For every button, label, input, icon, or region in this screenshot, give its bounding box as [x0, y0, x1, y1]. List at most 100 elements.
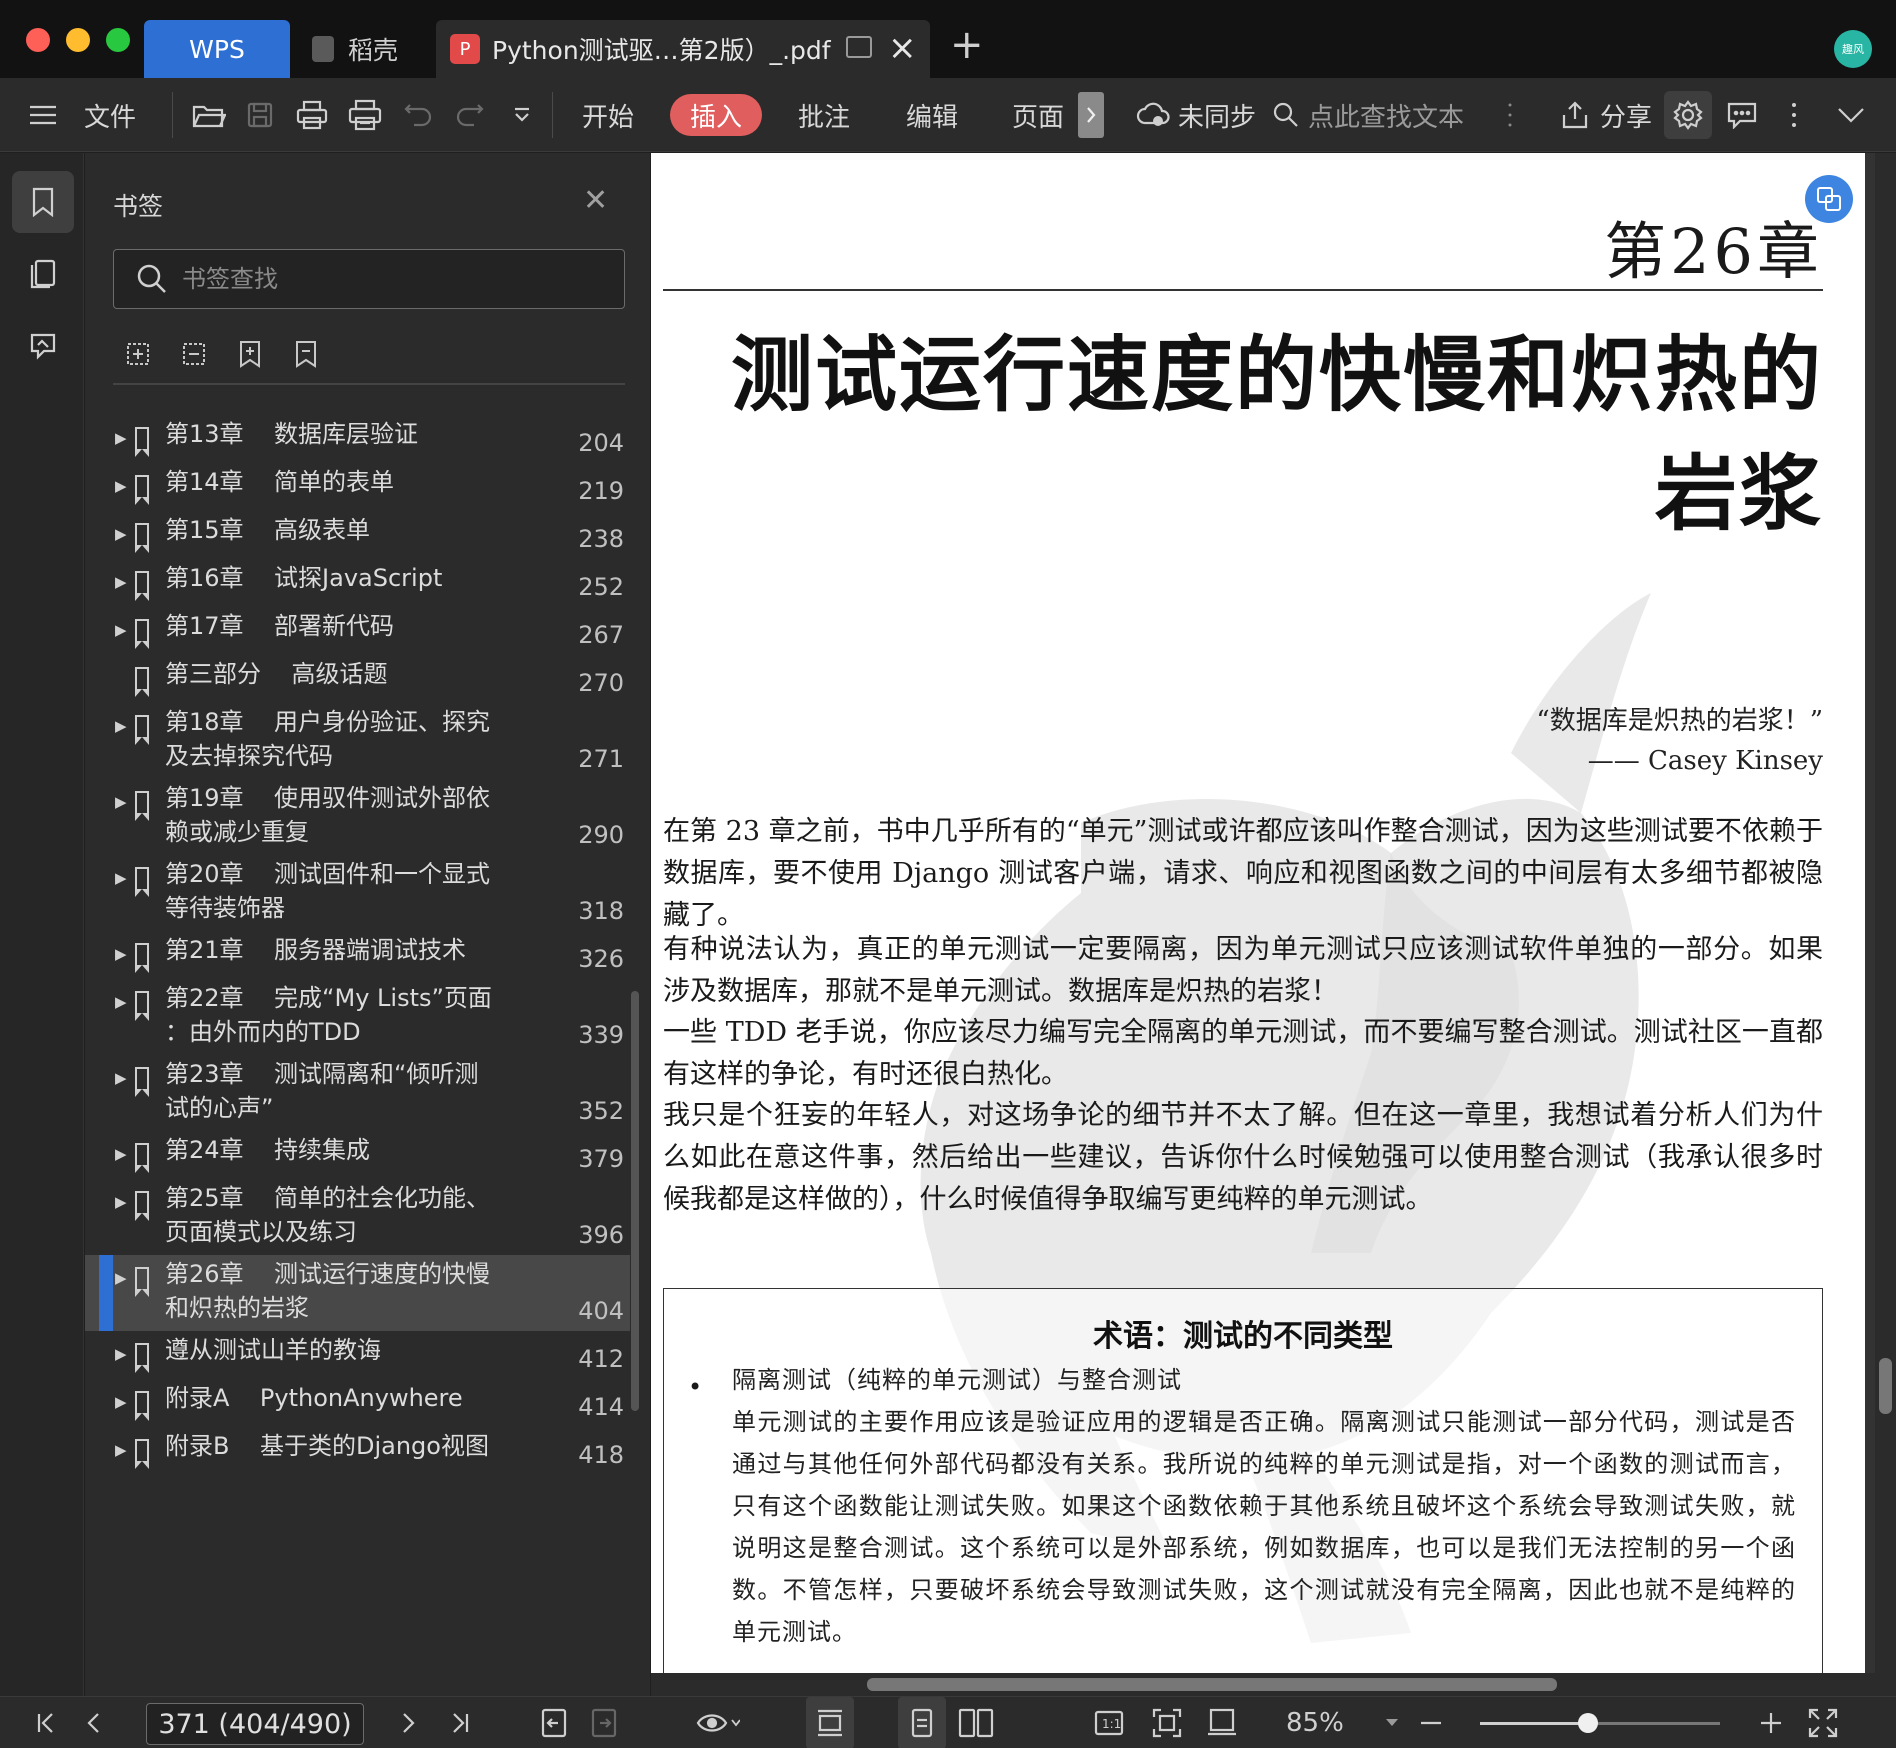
print-preview-icon[interactable]: [296, 78, 328, 152]
bookmark-item[interactable]: ▶ 第18章 用户身份验证、探究 及去掉探究代码 271: [85, 703, 630, 779]
bookmark-item[interactable]: ▶ 第19章 使用驭件测试外部依 赖或减少重复 290: [85, 779, 630, 855]
expand-arrow-icon[interactable]: ▶: [115, 945, 127, 963]
fullscreen-icon[interactable]: [1808, 1697, 1838, 1748]
page-number-input[interactable]: 371 (404/490): [146, 1703, 364, 1745]
save-icon[interactable]: [246, 78, 274, 152]
comment-panel-icon[interactable]: [1726, 78, 1758, 152]
tab-insert[interactable]: 插入: [670, 94, 763, 136]
expand-arrow-icon[interactable]: ▶: [115, 793, 127, 811]
annotation-panel-icon[interactable]: [12, 315, 74, 377]
collapse-all-icon[interactable]: [179, 339, 209, 369]
zoom-in-icon[interactable]: [1758, 1697, 1784, 1748]
settings-gear-icon[interactable]: [1664, 91, 1712, 139]
next-page-icon[interactable]: [400, 1697, 416, 1748]
open-folder-icon[interactable]: [192, 78, 226, 152]
tab-edit[interactable]: 编辑: [906, 78, 958, 152]
expand-arrow-icon[interactable]: ▶: [115, 1269, 127, 1287]
more-quick-actions-chevron-icon[interactable]: [512, 78, 532, 152]
single-page-scroll-icon[interactable]: [806, 1697, 854, 1748]
hamburger-menu-icon[interactable]: [28, 78, 58, 152]
thumbnail-panel-icon[interactable]: [12, 243, 74, 305]
bookmark-search-box[interactable]: [113, 249, 625, 309]
redo-icon[interactable]: [456, 78, 484, 152]
remove-bookmark-icon[interactable]: [291, 339, 321, 369]
expand-arrow-icon[interactable]: ▶: [115, 477, 127, 495]
expand-arrow-icon[interactable]: ▶: [115, 717, 127, 735]
bookmark-item[interactable]: ▶ 第21章 服务器端调试技术 326: [85, 931, 630, 979]
vertical-scrollbar[interactable]: [1875, 153, 1896, 1673]
bookmark-item[interactable]: ▶ 第26章 测试运行速度的快慢 和炽热的岩浆 404: [85, 1255, 630, 1331]
bookmark-item[interactable]: 第三部分 高级话题 270: [85, 655, 630, 703]
expand-arrow-icon[interactable]: ▶: [115, 525, 127, 543]
tab-wps[interactable]: WPS: [144, 20, 290, 78]
expand-all-icon[interactable]: [123, 339, 153, 369]
zoom-slider-handle[interactable]: [1578, 1713, 1598, 1733]
zoom-level-label[interactable]: 85%: [1286, 1697, 1344, 1748]
undo-icon[interactable]: [404, 78, 432, 152]
new-tab-button[interactable]: +: [950, 22, 984, 68]
bookmark-item[interactable]: ▶ 第20章 测试固件和一个显式 等待装饰器 318: [85, 855, 630, 931]
eye-protection-icon[interactable]: [696, 1697, 740, 1748]
horizontal-scroll-thumb[interactable]: [867, 1678, 1557, 1691]
bookmark-item[interactable]: ▶ 遵从测试山羊的教诲 412: [85, 1331, 630, 1379]
bookmark-item[interactable]: ▶ 第17章 部署新代码 267: [85, 607, 630, 655]
monitor-icon[interactable]: [846, 36, 872, 58]
tab-comment[interactable]: 批注: [798, 78, 850, 152]
horizontal-scrollbar[interactable]: [651, 1673, 1896, 1696]
expand-arrow-icon[interactable]: ▶: [115, 1145, 127, 1163]
fit-width-icon[interactable]: [1206, 1697, 1238, 1748]
bookmark-item[interactable]: ▶ 第24章 持续集成 379: [85, 1131, 630, 1179]
more-options-icon[interactable]: [1790, 78, 1798, 152]
expand-arrow-icon[interactable]: ▶: [115, 993, 127, 1011]
expand-arrow-icon[interactable]: ▶: [115, 1345, 127, 1363]
go-back-icon[interactable]: [540, 1697, 568, 1748]
zoom-out-icon[interactable]: [1418, 1697, 1444, 1748]
bookmark-item[interactable]: ▶ 第14章 简单的表单 219: [85, 463, 630, 511]
tab-daoke[interactable]: 稻壳: [300, 20, 430, 78]
collapse-ribbon-chevron-icon[interactable]: [1836, 78, 1866, 152]
expand-arrow-icon[interactable]: ▶: [115, 429, 127, 447]
print-icon[interactable]: [348, 78, 382, 152]
file-menu-button[interactable]: 文件: [84, 78, 136, 152]
expand-arrow-icon[interactable]: ▶: [115, 1393, 127, 1411]
tab-page[interactable]: 页面: [1012, 78, 1064, 152]
bookmark-item[interactable]: ▶ 附录A PythonAnywhere 414: [85, 1379, 630, 1427]
actual-size-icon[interactable]: 1:1: [1094, 1697, 1124, 1748]
more-vertical-icon[interactable]: [1506, 78, 1514, 152]
zoom-dropdown-chevron-icon[interactable]: [1384, 1697, 1400, 1748]
tab-start[interactable]: 开始: [582, 78, 634, 152]
bookmark-item[interactable]: ▶ 附录B 基于类的Django视图 418: [85, 1427, 630, 1475]
add-bookmark-icon[interactable]: [235, 339, 265, 369]
share-icon[interactable]: [1560, 78, 1590, 152]
single-page-view-icon[interactable]: [898, 1697, 946, 1748]
expand-arrow-icon[interactable]: ▶: [115, 573, 127, 591]
avatar[interactable]: 趣风: [1834, 30, 1872, 68]
bookmark-item[interactable]: ▶ 第23章 测试隔离和“倾听测 试的心声” 352: [85, 1055, 630, 1131]
tab-pdf-document[interactable]: P Python测试驱…第2版）_.pdf ×: [436, 20, 930, 78]
vertical-scroll-thumb[interactable]: [1879, 1358, 1892, 1414]
bookmark-item[interactable]: ▶ 第25章 简单的社会化功能、 页面模式以及练习 396: [85, 1179, 630, 1255]
find-text-input[interactable]: 点此查找文本: [1308, 78, 1464, 152]
more-tabs-chevron-icon[interactable]: [1078, 92, 1104, 138]
bookmark-item[interactable]: ▶ 第13章 数据库层验证 204: [85, 415, 630, 463]
bookmark-item[interactable]: ▶ 第22章 完成“My Lists”页面 ：由外而内的TDD 339: [85, 979, 630, 1055]
sync-status-label[interactable]: 未同步: [1178, 78, 1256, 152]
search-icon[interactable]: [1272, 78, 1300, 152]
expand-arrow-icon[interactable]: ▶: [115, 1441, 127, 1459]
share-button[interactable]: 分享: [1600, 78, 1652, 152]
bookmark-item[interactable]: ▶ 第15章 高级表单 238: [85, 511, 630, 559]
bookmark-search-input[interactable]: [182, 265, 602, 293]
expand-arrow-icon[interactable]: ▶: [115, 869, 127, 887]
zoom-window-button[interactable]: [106, 28, 130, 52]
bookmark-item[interactable]: ▶ 第16章 试探JavaScript 252: [85, 559, 630, 607]
close-window-button[interactable]: [26, 28, 50, 52]
cloud-sync-icon[interactable]: [1136, 78, 1170, 152]
close-tab-icon[interactable]: ×: [888, 28, 917, 68]
bookmark-panel-icon[interactable]: [12, 171, 74, 233]
minimize-window-button[interactable]: [66, 28, 90, 52]
first-page-icon[interactable]: [36, 1697, 58, 1748]
expand-arrow-icon[interactable]: ▶: [115, 1193, 127, 1211]
go-forward-icon[interactable]: [590, 1697, 618, 1748]
two-page-view-icon[interactable]: [958, 1697, 994, 1748]
last-page-icon[interactable]: [448, 1697, 470, 1748]
